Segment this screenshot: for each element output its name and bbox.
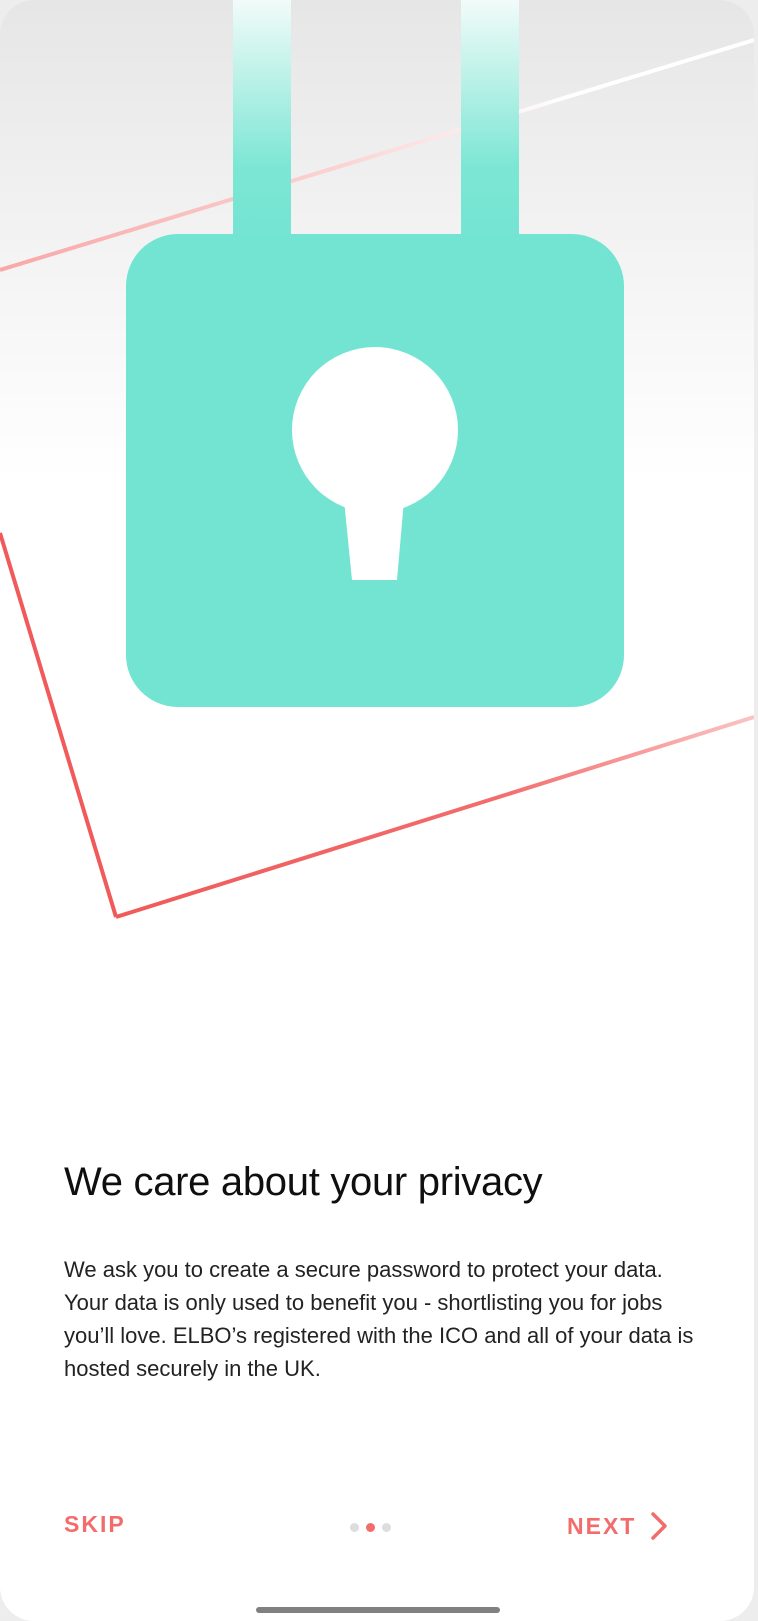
- onboarding-description: We ask you to create a secure password t…: [64, 1257, 694, 1381]
- padlock-shackle-right: [461, 0, 519, 240]
- page-indicator: [350, 1521, 391, 1533]
- skip-button[interactable]: SKIP: [64, 1511, 126, 1538]
- onboarding-footer: SKIP NEXT: [0, 1505, 754, 1549]
- next-button-label: NEXT: [567, 1512, 637, 1539]
- next-button[interactable]: NEXT: [567, 1509, 668, 1543]
- decorative-line-left: [0, 532, 118, 918]
- page-dot-3: [382, 1522, 391, 1532]
- padlock-shackle-left: [233, 0, 291, 240]
- keyhole-circle: [292, 347, 458, 513]
- padlock-icon: [126, 0, 624, 707]
- onboarding-screen: We care about your privacy We ask you to…: [0, 0, 754, 1621]
- onboarding-title: We care about your privacy: [64, 1160, 543, 1204]
- decorative-line-bottom: [115, 715, 754, 919]
- home-indicator[interactable]: [256, 1607, 500, 1613]
- privacy-illustration: [0, 0, 754, 919]
- chevron-right-icon: [651, 1512, 668, 1540]
- page-dot-2-active: [366, 1522, 375, 1532]
- keyhole-slot: [344, 500, 404, 580]
- page-dot-1: [350, 1522, 359, 1532]
